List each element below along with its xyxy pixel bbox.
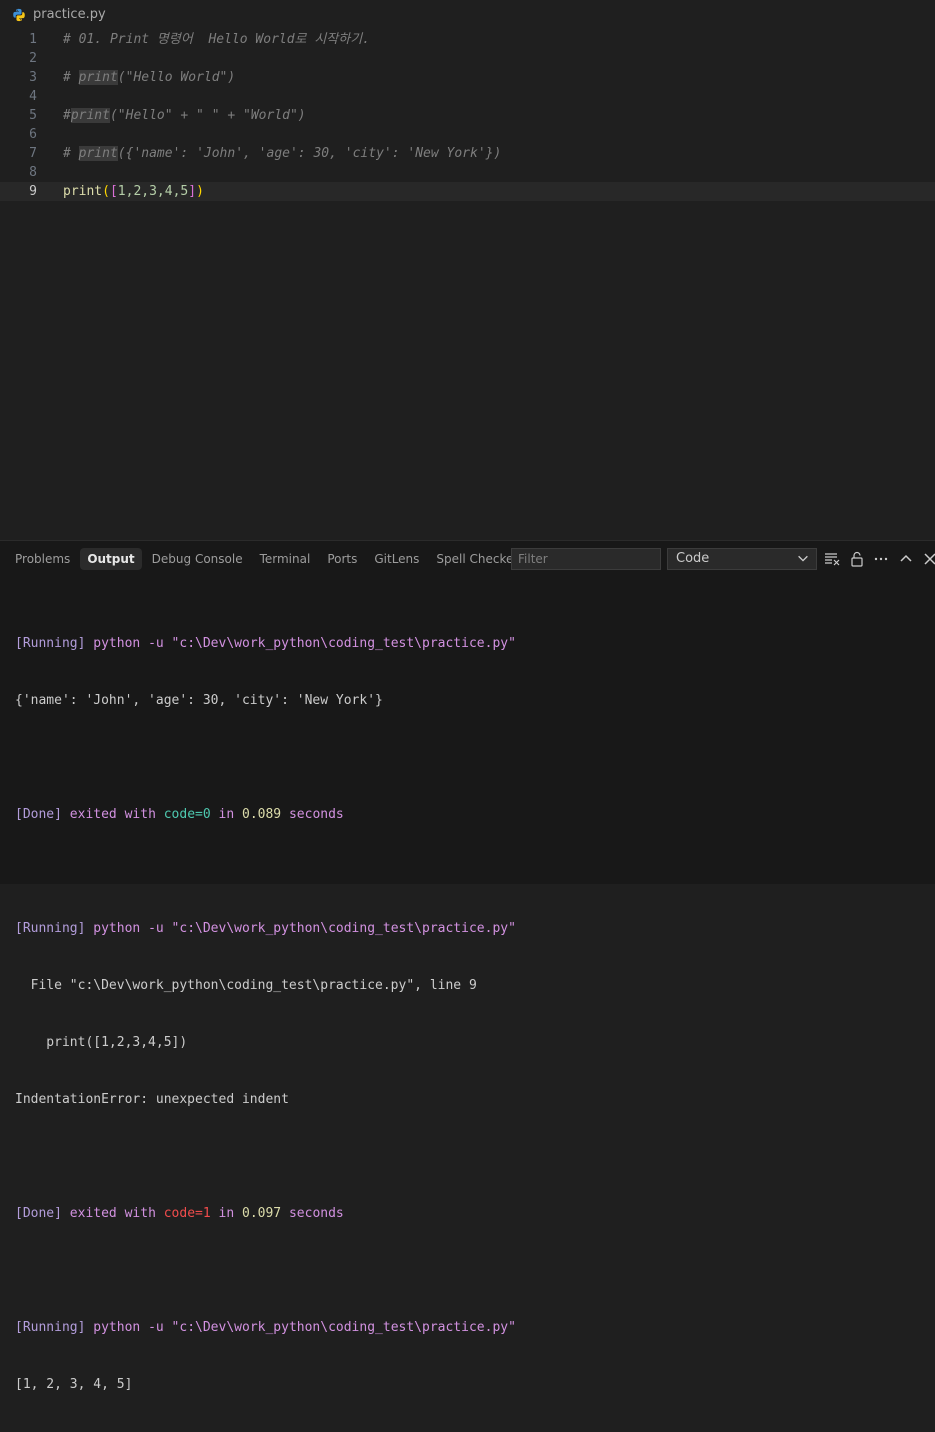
tab-ports[interactable]: Ports: [320, 548, 364, 570]
output-log[interactable]: [Running] python -u "c:\Dev\work_python\…: [15, 596, 516, 1432]
bottom-panel: Problems Output Debug Console Terminal P…: [0, 540, 935, 1392]
tab-output[interactable]: Output: [80, 548, 142, 570]
tab-debug-console[interactable]: Debug Console: [145, 548, 250, 570]
more-actions-icon[interactable]: [873, 551, 889, 567]
log-line: [Running] python -u "c:\Dev\work_python\…: [15, 1320, 516, 1335]
highlighted-word: print: [78, 70, 118, 85]
line-number: 7: [29, 146, 37, 161]
clear-output-icon[interactable]: [824, 551, 840, 567]
tab-terminal[interactable]: Terminal: [253, 548, 318, 570]
tab-problems[interactable]: Problems: [8, 548, 77, 570]
code-editor[interactable]: 1 # 01. Print 명령어 Hello World로 시작하기. 2 3…: [0, 29, 935, 540]
code-text: # print("Hello World"): [63, 70, 236, 85]
log-line: [Running] python -u "c:\Dev\work_python\…: [15, 921, 516, 936]
filter-input[interactable]: Filter: [511, 548, 661, 570]
line-number: 3: [29, 70, 37, 85]
log-line: [1, 2, 3, 4, 5]: [15, 1377, 133, 1392]
chevron-down-icon: [798, 555, 808, 562]
editor-line[interactable]: 8: [0, 163, 935, 182]
line-number: 4: [29, 89, 37, 104]
line-number: 5: [29, 108, 37, 123]
code-text: #print("Hello" + " " + "World"): [63, 108, 306, 123]
output-channel-value: Code: [676, 551, 710, 566]
lock-scroll-icon[interactable]: [849, 551, 865, 567]
code-text: # 01. Print 명령어 Hello World로 시작하기.: [63, 32, 370, 47]
highlighted-word: print: [78, 146, 118, 161]
tab-gitlens[interactable]: GitLens: [367, 548, 426, 570]
python-icon: [13, 8, 25, 21]
maximize-panel-icon[interactable]: [898, 551, 914, 567]
line-number: 8: [29, 165, 37, 180]
editor-line[interactable]: 5 #print("Hello" + " " + "World"): [0, 106, 935, 125]
breadcrumb[interactable]: practice.py: [0, 0, 935, 29]
editor-line[interactable]: 3 # print("Hello World"): [0, 68, 935, 87]
editor-line[interactable]: 1 # 01. Print 명령어 Hello World로 시작하기.: [0, 30, 935, 49]
log-line: File "c:\Dev\work_python\coding_test\pra…: [15, 978, 477, 993]
code-text: # print({'name': 'John', 'age': 30, 'cit…: [63, 146, 502, 161]
log-line: IndentationError: unexpected indent: [15, 1092, 289, 1107]
editor-line[interactable]: 6: [0, 125, 935, 144]
log-line: [Running] python -u "c:\Dev\work_python\…: [15, 636, 516, 651]
line-number: 2: [29, 51, 37, 66]
editor-line-current[interactable]: 9 print([1,2,3,4,5]): [0, 182, 935, 201]
breadcrumb-file-label[interactable]: practice.py: [33, 7, 106, 22]
editor-line[interactable]: 7 # print({'name': 'John', 'age': 30, 'c…: [0, 144, 935, 163]
line-number: 1: [29, 32, 37, 47]
log-line: [Done] exited with code=0 in 0.089 secon…: [15, 807, 344, 822]
log-line: [Done] exited with code=1 in 0.097 secon…: [15, 1206, 344, 1221]
close-panel-icon[interactable]: [922, 551, 935, 567]
line-number: 9: [29, 184, 37, 199]
output-channel-select[interactable]: Code: [667, 548, 817, 570]
log-line: {'name': 'John', 'age': 30, 'city': 'New…: [15, 693, 383, 708]
editor-line[interactable]: 2: [0, 49, 935, 68]
line-number: 6: [29, 127, 37, 142]
log-line: print([1,2,3,4,5]): [15, 1035, 188, 1050]
code-text: print([1,2,3,4,5]): [63, 184, 204, 199]
highlighted-word: print: [70, 108, 110, 123]
editor-line[interactable]: 4: [0, 87, 935, 106]
